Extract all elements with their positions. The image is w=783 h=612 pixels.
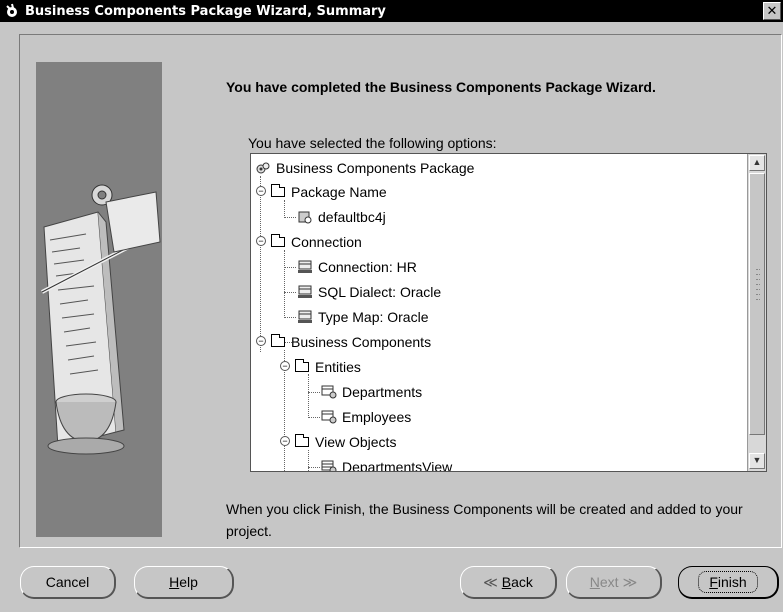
window-title: Business Components Package Wizard, Summ… bbox=[25, 3, 386, 19]
tree-item-departmentsview[interactable]: DepartmentsView bbox=[321, 454, 452, 471]
finish-button[interactable]: Finish bbox=[678, 566, 779, 599]
folder-icon bbox=[295, 433, 309, 447]
back-button[interactable]: ≪ Back bbox=[460, 566, 557, 599]
tree-item-sql-dialect[interactable]: SQL Dialect: Oracle bbox=[297, 279, 441, 304]
tree-item-connection[interactable]: Connection bbox=[271, 229, 362, 254]
tree-item-label: View Objects bbox=[315, 433, 397, 450]
tree-item-label: Entities bbox=[315, 358, 361, 375]
tree-item-label: Employees bbox=[342, 408, 412, 425]
back-arrow-icon: ≪ bbox=[483, 573, 498, 590]
tree-connector bbox=[308, 392, 320, 393]
connection-icon bbox=[297, 310, 313, 324]
next-button[interactable]: Next ≫ bbox=[566, 566, 662, 599]
connection-icon bbox=[297, 260, 313, 274]
help-button[interactable]: Help bbox=[134, 566, 234, 599]
scroll-up-button[interactable]: ▲ bbox=[749, 155, 765, 171]
grip-line bbox=[756, 299, 760, 301]
title-bar: Business Components Package Wizard, Summ… bbox=[0, 0, 783, 22]
connection-icon bbox=[297, 285, 313, 299]
tree-item-package-name[interactable]: Package Name bbox=[271, 179, 387, 204]
tree-item-label: Departments bbox=[342, 383, 423, 400]
collapse-toggle-icon[interactable]: − bbox=[256, 236, 266, 246]
tree-item-label: SQL Dialect: Oracle bbox=[318, 283, 442, 300]
collapse-toggle-icon[interactable]: − bbox=[256, 186, 266, 196]
collapse-toggle-icon[interactable]: − bbox=[280, 361, 290, 371]
collapse-toggle-icon[interactable]: − bbox=[280, 436, 290, 446]
tree-item-label: Type Map: Oracle bbox=[318, 308, 429, 325]
tree-item-connection-hr[interactable]: Connection: HR bbox=[297, 254, 417, 279]
options-tree[interactable]: Business Components Package − Package Na… bbox=[250, 153, 767, 472]
tree-item-label: defaultbc4j bbox=[318, 208, 386, 225]
view-object-icon bbox=[321, 460, 337, 471]
tree-connector bbox=[308, 417, 320, 418]
tree-connector bbox=[260, 176, 261, 352]
package-icon bbox=[297, 210, 313, 224]
grip-line bbox=[756, 284, 760, 286]
wizard-illustration-icon bbox=[36, 62, 162, 537]
finish-button-label: Finish bbox=[698, 571, 758, 593]
tree-connector bbox=[284, 250, 285, 318]
tree-item-defaultbc4j[interactable]: defaultbc4j bbox=[297, 204, 386, 229]
tree-item-label: Connection: HR bbox=[318, 258, 417, 275]
grip-line bbox=[756, 269, 760, 271]
folder-icon bbox=[271, 233, 285, 247]
tree-item-employees[interactable]: Employees bbox=[321, 404, 411, 429]
wizard-side-panel bbox=[36, 62, 162, 537]
tree-content: Business Components Package − Package Na… bbox=[251, 154, 747, 471]
next-arrow-icon: ≫ bbox=[622, 573, 638, 590]
tree-item-business-components-package[interactable]: Business Components Package bbox=[255, 155, 474, 180]
tree-connector bbox=[308, 374, 309, 418]
tree-connector bbox=[284, 292, 296, 293]
help-button-label: Help bbox=[169, 574, 198, 590]
cancel-button-label: Cancel bbox=[45, 574, 90, 590]
tree-item-departments[interactable]: Departments bbox=[321, 379, 422, 404]
tree-item-entities[interactable]: Entities bbox=[295, 354, 361, 379]
tree-item-label: Connection bbox=[291, 233, 362, 250]
close-button[interactable]: ✕ bbox=[763, 2, 781, 20]
finish-info-text: When you click Finish, the Business Comp… bbox=[226, 501, 743, 539]
page-heading: You have completed the Business Componen… bbox=[226, 79, 656, 95]
tree-item-label: Business Components Package bbox=[276, 159, 475, 176]
scroll-thumb[interactable] bbox=[749, 173, 765, 435]
scroll-down-button[interactable]: ▼ bbox=[749, 453, 765, 469]
grip-line bbox=[756, 274, 760, 276]
wizard-app-icon bbox=[4, 3, 20, 19]
tree-connector bbox=[308, 467, 320, 468]
folder-icon bbox=[295, 358, 309, 372]
tree-item-label: DepartmentsView bbox=[342, 458, 453, 472]
entity-icon bbox=[321, 410, 337, 424]
options-label: You have selected the following options: bbox=[248, 135, 497, 151]
entity-icon bbox=[321, 385, 337, 399]
grip-line bbox=[756, 289, 760, 291]
tree-item-type-map[interactable]: Type Map: Oracle bbox=[297, 304, 429, 329]
components-gear-icon bbox=[255, 161, 271, 175]
tree-connector bbox=[284, 267, 296, 268]
tree-connector bbox=[284, 217, 296, 218]
next-button-label: Next bbox=[589, 574, 619, 590]
tree-item-label: Business Components bbox=[291, 333, 432, 350]
tree-scrollbar[interactable]: ▲ ▼ bbox=[747, 154, 766, 471]
tree-item-label: Package Name bbox=[291, 183, 387, 200]
back-button-label: Back bbox=[501, 574, 533, 590]
tree-item-view-objects[interactable]: View Objects bbox=[295, 429, 396, 454]
folder-icon bbox=[271, 183, 285, 197]
grip-line bbox=[756, 279, 760, 281]
cancel-button[interactable]: Cancel bbox=[20, 566, 116, 599]
tree-item-business-components[interactable]: Business Components bbox=[271, 329, 431, 354]
collapse-toggle-icon[interactable]: − bbox=[256, 336, 266, 346]
folder-icon bbox=[271, 333, 285, 347]
grip-line bbox=[756, 294, 760, 296]
tree-connector bbox=[284, 317, 296, 318]
